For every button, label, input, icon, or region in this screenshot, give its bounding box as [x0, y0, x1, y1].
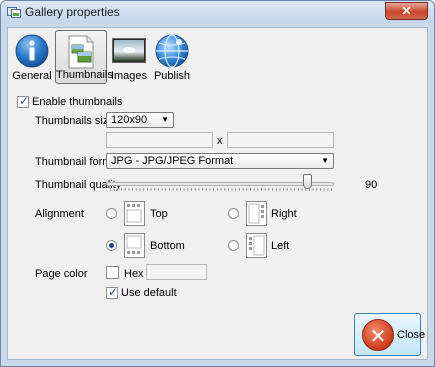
- thumbnails-size-label: Thumbnails size: [35, 115, 115, 127]
- chevron-down-icon: ▼: [161, 115, 169, 124]
- thumbnail-format-select[interactable]: JPG - JPG/JPEG Format ▼: [106, 153, 334, 169]
- tab-publish-label: Publish: [153, 70, 191, 82]
- tab-images-label: Images: [110, 70, 148, 82]
- hex-input[interactable]: [146, 264, 207, 280]
- use-default-label: Use default: [121, 287, 177, 299]
- close-icon: ✕: [362, 319, 394, 351]
- close-button-label: Close: [397, 329, 426, 341]
- radio-selected-dot: [109, 243, 114, 248]
- enable-thumbnails-label: Enable thumbnails: [32, 96, 123, 108]
- alignment-right-radio[interactable]: [228, 208, 239, 219]
- window-title: Gallery properties: [25, 5, 120, 19]
- dialog-body: General Thumbnails Images Publish ✓ Enab…: [7, 27, 428, 360]
- tab-general-label: General: [12, 70, 52, 82]
- image-icon: [112, 38, 146, 63]
- thumbnail-quality-value: 90: [365, 179, 378, 191]
- page-color-label: Page color: [35, 268, 88, 280]
- thumbnails-size-select[interactable]: 120x90 ▼: [106, 112, 174, 128]
- size-separator: x: [217, 135, 223, 147]
- align-bottom-icon: [124, 233, 145, 258]
- alignment-bottom-radio[interactable]: [106, 240, 117, 251]
- tab-publish[interactable]: Publish: [151, 30, 193, 84]
- thumbnail-height-input[interactable]: [227, 132, 334, 148]
- tab-general[interactable]: General: [10, 30, 54, 84]
- use-default-checkbox[interactable]: ✓: [106, 285, 119, 299]
- close-button[interactable]: ✕ Close: [354, 313, 425, 356]
- quality-slider-ticks: [110, 188, 332, 191]
- category-toolbar: General Thumbnails Images Publish: [8, 28, 427, 86]
- quality-slider-track[interactable]: [106, 182, 334, 186]
- alignment-left-radio[interactable]: [228, 240, 239, 251]
- tab-thumbnails[interactable]: Thumbnails: [55, 30, 113, 84]
- quality-slider-thumb[interactable]: [303, 174, 312, 189]
- thumbnail-width-input[interactable]: [106, 132, 213, 148]
- thumbnails-size-value: 120x90: [111, 114, 148, 126]
- close-icon: ✕: [401, 4, 412, 18]
- alignment-left-label: Left: [271, 240, 290, 252]
- page-color-swatch[interactable]: [106, 266, 119, 279]
- checkmark-icon: ✓: [19, 94, 30, 108]
- hex-label: Hex: [124, 268, 144, 280]
- alignment-label: Alignment: [35, 208, 84, 220]
- enable-thumbnails-checkbox[interactable]: ✓: [17, 94, 30, 108]
- alignment-top-label: Top: [150, 208, 168, 220]
- title-bar[interactable]: Gallery properties ✕: [1, 1, 434, 23]
- tab-images[interactable]: Images: [109, 30, 149, 84]
- info-icon: [15, 34, 49, 68]
- checkmark-icon: ✓: [108, 285, 119, 299]
- align-left-icon: [246, 233, 267, 258]
- tab-thumbnails-label: Thumbnails: [56, 69, 113, 81]
- align-top-icon: [124, 201, 145, 226]
- chevron-down-icon: ▼: [321, 156, 329, 165]
- thumbnail-format-value: JPG - JPG/JPEG Format: [111, 155, 234, 167]
- globe-icon: [155, 34, 189, 68]
- alignment-right-label: Right: [271, 208, 297, 220]
- alignment-bottom-label: Bottom: [150, 240, 185, 252]
- thumbnails-icon: [68, 35, 94, 69]
- window-close-button[interactable]: ✕: [385, 2, 428, 20]
- alignment-top-radio[interactable]: [106, 208, 117, 219]
- gallery-app-icon: [7, 7, 21, 18]
- align-right-icon: [246, 201, 267, 226]
- gallery-properties-window: Gallery properties ✕ General Thumbnails …: [0, 0, 435, 367]
